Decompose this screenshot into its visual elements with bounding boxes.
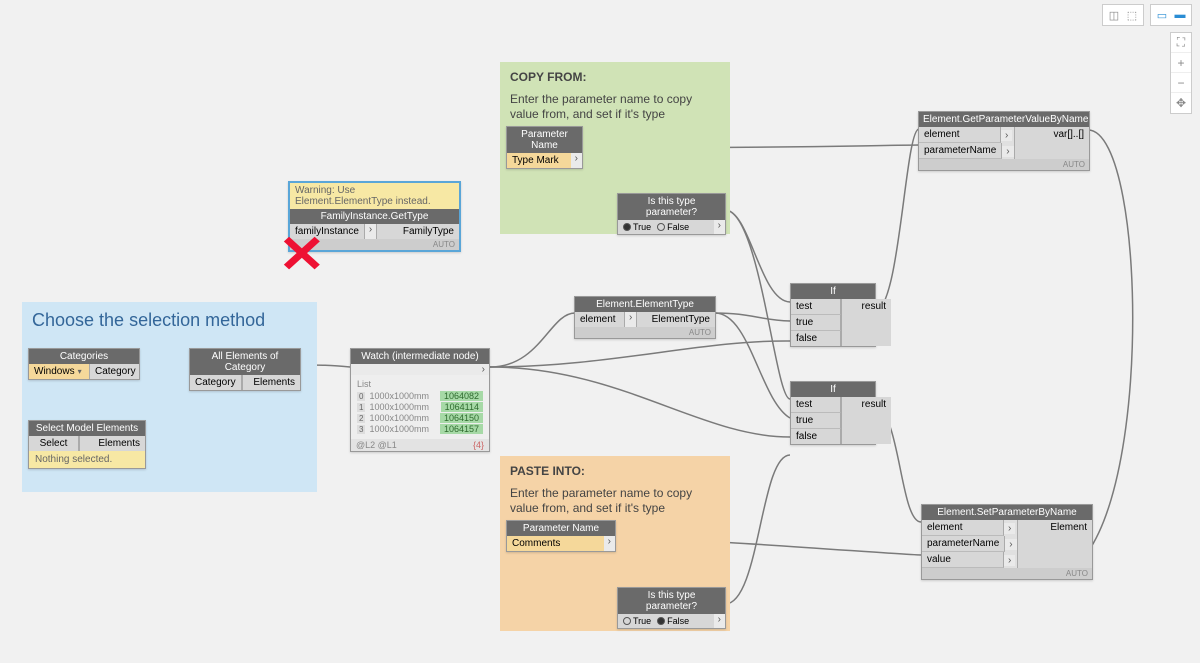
select-button[interactable]: Select bbox=[29, 436, 79, 451]
node-watch[interactable]: Watch (intermediate node) › List 01000x1… bbox=[350, 348, 490, 452]
port-out-result[interactable]: result bbox=[841, 299, 891, 346]
radio-true[interactable]: True bbox=[623, 616, 651, 626]
node-header: Is this type parameter? bbox=[618, 588, 725, 614]
port-in-value[interactable]: value bbox=[922, 552, 1004, 568]
3d-view-icon[interactable]: ⬚ bbox=[1123, 7, 1141, 23]
port-out-value[interactable]: var[]..[] bbox=[1014, 127, 1089, 159]
chevron-icon: › bbox=[1002, 146, 1013, 157]
node-lacing: AUTO bbox=[919, 159, 1089, 170]
port-in-true[interactable]: true bbox=[791, 315, 841, 331]
port-in-false[interactable]: false bbox=[791, 331, 841, 346]
graph-canvas[interactable]: Choose the selection method COPY FROM: E… bbox=[0, 0, 1200, 663]
chevron-icon: › bbox=[478, 364, 489, 375]
copy-from-heading: COPY FROM: bbox=[510, 70, 720, 86]
node-if-1[interactable]: If test true false result bbox=[790, 283, 876, 347]
port-in-false[interactable]: false bbox=[791, 429, 841, 444]
warning-banner: Warning: Use Element.ElementType instead… bbox=[290, 183, 459, 209]
param-paste-input[interactable]: Comments bbox=[507, 536, 604, 551]
node-bool-copy[interactable]: Is this type parameter? True False › bbox=[617, 193, 726, 235]
port-in-element[interactable]: element bbox=[575, 312, 625, 327]
node-element-type[interactable]: Element.ElementType element › ElementTyp… bbox=[574, 296, 716, 339]
chevron-icon: › bbox=[604, 536, 615, 551]
list-item: 11000x1000mm1064114 bbox=[357, 402, 483, 412]
port-in-element[interactable]: element bbox=[919, 127, 1001, 143]
port-out-elements[interactable]: Elements bbox=[79, 436, 145, 451]
param-copy-input[interactable]: Type Mark bbox=[507, 153, 571, 168]
node-lacing: AUTO bbox=[922, 568, 1092, 579]
node-header: Parameter Name bbox=[507, 521, 615, 536]
chevron-icon: › bbox=[571, 153, 582, 168]
node-lacing: AUTO bbox=[575, 327, 715, 338]
port-in-true[interactable]: true bbox=[791, 413, 841, 429]
node-param-paste[interactable]: Parameter Name Comments › bbox=[506, 520, 616, 552]
node-header: Categories bbox=[29, 349, 139, 364]
node-all-elements[interactable]: All Elements of Category Category Elemen… bbox=[189, 348, 301, 391]
port-out-elements[interactable]: Elements bbox=[242, 375, 300, 390]
node-header: Select Model Elements bbox=[29, 421, 145, 436]
radio-false[interactable]: False bbox=[657, 222, 689, 232]
port-in-paramname[interactable]: parameterName bbox=[919, 143, 1002, 159]
graph-view-icon[interactable]: ▭ bbox=[1153, 7, 1171, 23]
chevron-icon: › bbox=[1004, 555, 1015, 566]
node-param-copy[interactable]: Parameter Name Type Mark › bbox=[506, 126, 583, 169]
node-categories[interactable]: Categories Windows▾ Category bbox=[28, 348, 140, 380]
node-set-param[interactable]: Element.SetParameterByName element› para… bbox=[921, 504, 1093, 580]
pan-icon[interactable]: ✥ bbox=[1171, 93, 1191, 113]
port-out-familytype[interactable]: FamilyType bbox=[376, 224, 459, 239]
view-toolbar: ◫ ⬚ ▭ ▬ bbox=[1102, 4, 1192, 26]
chevron-icon: › bbox=[714, 220, 725, 234]
list-item: 31000x1000mm1064157 bbox=[357, 424, 483, 434]
chevron-down-icon: ▾ bbox=[78, 367, 82, 376]
zoom-controls: ⛶ + − ✥ bbox=[1170, 32, 1192, 114]
chevron-icon: › bbox=[714, 614, 725, 628]
node-header: If bbox=[791, 382, 875, 397]
selection-region-title: Choose the selection method bbox=[32, 310, 307, 331]
node-select-model[interactable]: Select Model Elements Select Elements No… bbox=[28, 420, 146, 469]
port-out-element[interactable]: Element bbox=[1017, 520, 1092, 568]
port-in-paramname[interactable]: parameterName bbox=[922, 536, 1005, 552]
list-item: 01000x1000mm1064082 bbox=[357, 391, 483, 401]
node-header: All Elements of Category bbox=[190, 349, 300, 375]
node-header: Watch (intermediate node) bbox=[351, 349, 489, 364]
port-out-elemtype[interactable]: ElementType bbox=[636, 312, 715, 327]
deprecation-cross-icon: ✕ bbox=[278, 225, 326, 285]
port-in-test[interactable]: test bbox=[791, 299, 841, 315]
categories-dropdown[interactable]: Windows▾ bbox=[29, 364, 89, 379]
watch-preview: List 01000x1000mm1064082 11000x1000mm106… bbox=[351, 375, 489, 439]
paste-into-heading: PASTE INTO: bbox=[510, 464, 720, 480]
port-in-category[interactable]: Category bbox=[190, 375, 242, 390]
chevron-icon: › bbox=[625, 312, 636, 327]
chevron-icon: › bbox=[1001, 130, 1012, 141]
node-view-icon[interactable]: ▬ bbox=[1171, 7, 1189, 23]
node-header: FamilyInstance.GetType bbox=[290, 209, 459, 224]
port-in-test[interactable]: test bbox=[791, 397, 841, 413]
port-out-category[interactable]: Category bbox=[89, 364, 139, 379]
node-header: If bbox=[791, 284, 875, 299]
chevron-icon: › bbox=[1004, 523, 1015, 534]
zoom-fit-icon[interactable]: ⛶ bbox=[1171, 33, 1191, 53]
node-header: Element.ElementType bbox=[575, 297, 715, 312]
radio-false[interactable]: False bbox=[657, 616, 689, 626]
zoom-out-icon[interactable]: − bbox=[1171, 73, 1191, 93]
node-get-param[interactable]: Element.GetParameterValueByName element›… bbox=[918, 111, 1090, 171]
port-out-result[interactable]: result bbox=[841, 397, 891, 444]
port-in-element[interactable]: element bbox=[922, 520, 1004, 536]
chevron-icon: › bbox=[365, 224, 376, 239]
watch-footer: @L2 @L1{4} bbox=[351, 439, 489, 451]
zoom-in-icon[interactable]: + bbox=[1171, 53, 1191, 73]
node-header: Parameter Name bbox=[507, 127, 582, 153]
node-header: Element.GetParameterValueByName bbox=[919, 112, 1089, 127]
watch-chevron bbox=[351, 364, 478, 375]
node-if-2[interactable]: If test true false result bbox=[790, 381, 876, 445]
chevron-icon: › bbox=[1005, 539, 1016, 550]
geometry-view-icon[interactable]: ◫ bbox=[1105, 7, 1123, 23]
node-bool-paste[interactable]: Is this type parameter? True False › bbox=[617, 587, 726, 629]
watch-list-title: List bbox=[357, 379, 483, 389]
radio-true[interactable]: True bbox=[623, 222, 651, 232]
node-header: Element.SetParameterByName bbox=[922, 505, 1092, 520]
selection-status: Nothing selected. bbox=[29, 451, 145, 468]
list-item: 21000x1000mm1064150 bbox=[357, 413, 483, 423]
node-header: Is this type parameter? bbox=[618, 194, 725, 220]
